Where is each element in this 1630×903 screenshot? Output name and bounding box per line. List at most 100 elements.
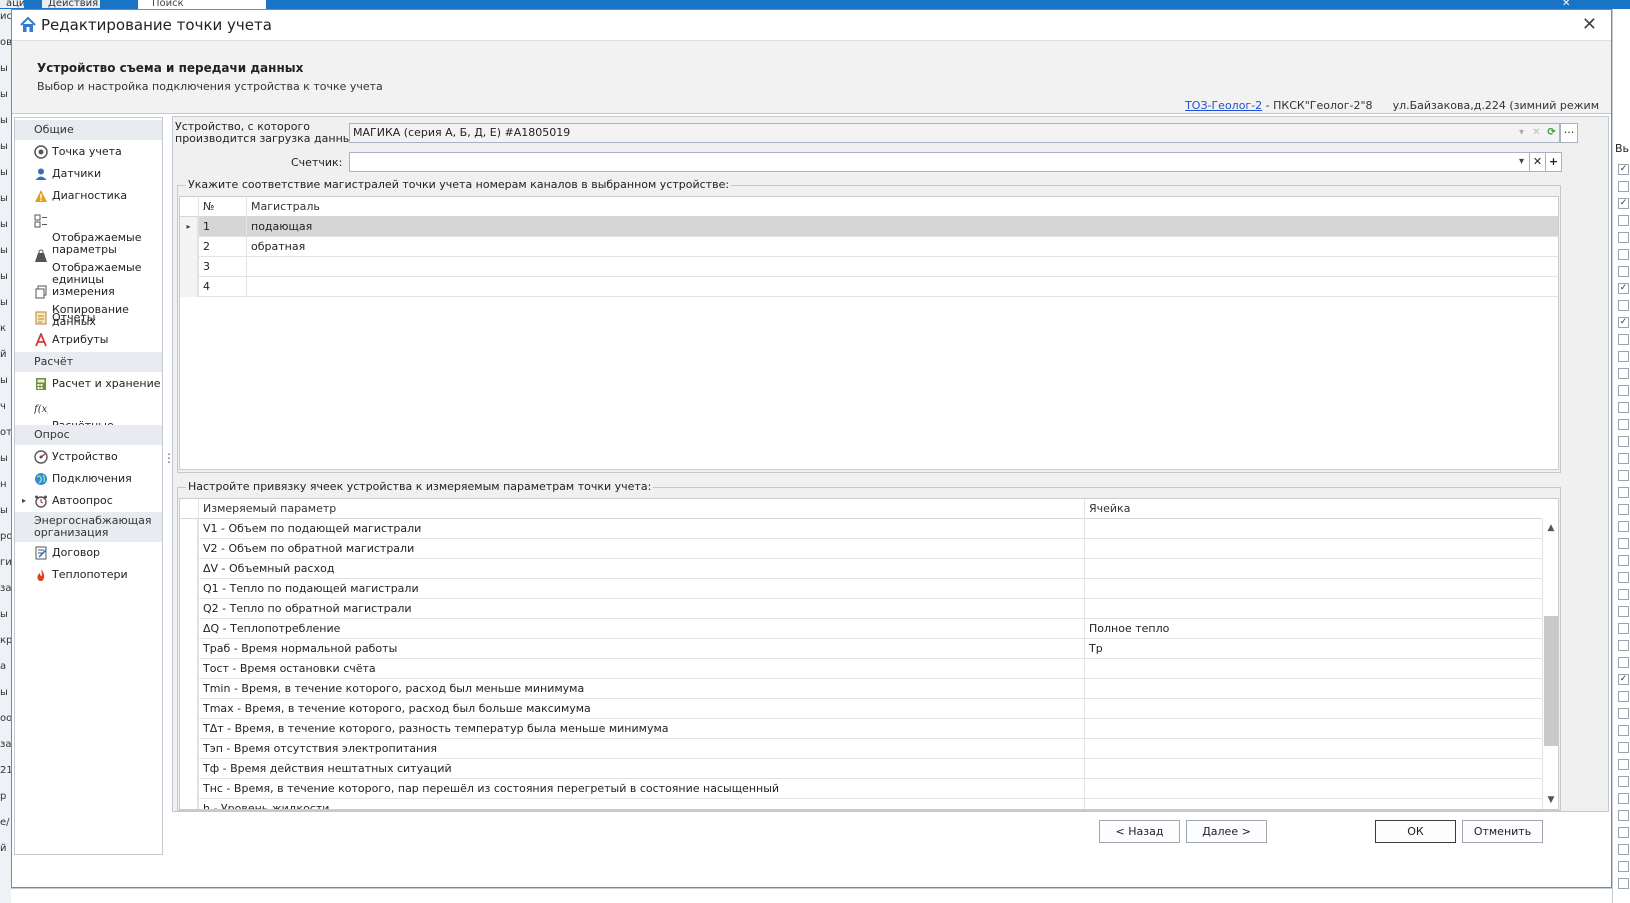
background-checkbox[interactable]: ✓ (1618, 674, 1629, 685)
column-header-cell[interactable]: Ячейка (1084, 499, 1540, 519)
line-name-cell[interactable]: подающая (246, 217, 1558, 237)
background-checkbox[interactable] (1618, 334, 1629, 345)
background-checkbox[interactable] (1618, 300, 1629, 311)
parameter-cell[interactable]: Тост - Время остановки счёта (198, 659, 1084, 679)
background-checkbox[interactable]: ✓ (1618, 283, 1629, 294)
background-checkbox[interactable] (1618, 606, 1629, 617)
sidebar-item-displayed-params[interactable]: Отображаемые параметры (15, 206, 162, 256)
background-checkbox[interactable] (1618, 402, 1629, 413)
background-checkbox[interactable] (1618, 759, 1629, 770)
line-name-cell[interactable] (246, 257, 1558, 277)
table-row[interactable]: 3 (180, 257, 1558, 277)
scroll-down-icon[interactable]: ▼ (1543, 793, 1558, 807)
background-checkbox[interactable] (1618, 640, 1629, 651)
device-cell-value[interactable] (1084, 779, 1540, 799)
column-header-line[interactable]: Магистраль (246, 197, 1558, 217)
row-selector[interactable] (180, 257, 198, 277)
table-row[interactable]: Тост - Время остановки счёта (180, 659, 1542, 679)
row-selector[interactable] (180, 759, 198, 779)
background-checkbox[interactable] (1618, 215, 1629, 226)
device-cell-value[interactable] (1084, 759, 1540, 779)
scroll-up-icon[interactable]: ▲ (1543, 521, 1558, 535)
background-tab[interactable]: Действия (42, 0, 100, 8)
ok-button[interactable]: ОК (1375, 820, 1456, 843)
background-checkbox[interactable] (1618, 538, 1629, 549)
table-row[interactable]: Q1 - Тепло по подающей магистрали (180, 579, 1542, 599)
column-header-parameter[interactable]: Измеряемый параметр (198, 499, 1084, 519)
line-name-cell[interactable] (246, 277, 1558, 297)
table-row[interactable]: Q2 - Тепло по обратной магистрали (180, 599, 1542, 619)
table-row[interactable]: 4 (180, 277, 1558, 297)
row-selector[interactable] (180, 539, 198, 559)
row-selector[interactable] (180, 699, 198, 719)
background-checkbox[interactable] (1618, 385, 1629, 396)
line-name-cell[interactable]: обратная (246, 237, 1558, 257)
parameter-cell[interactable]: Q2 - Тепло по обратной магистрали (198, 599, 1084, 619)
row-selector[interactable] (180, 559, 198, 579)
sidebar-item-calc-formulas[interactable]: f(x) Расчётные формулы (15, 394, 162, 444)
parameter-cell[interactable]: ΔQ - Теплопотребление (198, 619, 1084, 639)
background-checkbox[interactable] (1618, 810, 1629, 821)
device-cell-value[interactable] (1084, 739, 1540, 759)
device-cell-value[interactable] (1084, 699, 1540, 719)
background-checkbox[interactable] (1618, 266, 1629, 277)
table-row[interactable]: Tmax - Время, в течение которого, расход… (180, 699, 1542, 719)
parameter-cell[interactable]: Q1 - Тепло по подающей магистрали (198, 579, 1084, 599)
background-checkbox[interactable] (1618, 436, 1629, 447)
row-selector[interactable] (180, 599, 198, 619)
background-checkbox[interactable] (1618, 827, 1629, 838)
table-row[interactable]: Тнс - Время, в течение которого, пар пер… (180, 779, 1542, 799)
device-cell-value[interactable] (1084, 679, 1540, 699)
background-checkbox[interactable] (1618, 793, 1629, 804)
sidebar-splitter[interactable]: ⋮ (163, 452, 175, 477)
parameter-cell[interactable]: ΔV - Объемный расход (198, 559, 1084, 579)
background-checkbox[interactable]: ✓ (1618, 164, 1629, 175)
metering-point-link[interactable]: ТОЗ-Геолог-2 (1185, 99, 1262, 112)
channel-number-cell[interactable]: 4 (198, 277, 246, 297)
device-cell-value[interactable] (1084, 659, 1540, 679)
table-row[interactable]: ТΔт - Время, в течение которого, разност… (180, 719, 1542, 739)
background-checkbox[interactable] (1618, 776, 1629, 787)
device-cell-value[interactable] (1084, 559, 1540, 579)
background-checkbox[interactable] (1618, 453, 1629, 464)
background-checkbox[interactable] (1618, 232, 1629, 243)
background-checkbox[interactable] (1618, 708, 1629, 719)
clear-icon[interactable]: ✕ (1529, 124, 1544, 142)
table-row[interactable]: Тэп - Время отсутствия электропитания (180, 739, 1542, 759)
background-checkbox[interactable] (1618, 521, 1629, 532)
parameter-cell[interactable]: Tmin - Время, в течение которого, расход… (198, 679, 1084, 699)
table-row[interactable]: V2 - Объем по обратной магистрали (180, 539, 1542, 559)
table-row[interactable]: Tmin - Время, в течение которого, расход… (180, 679, 1542, 699)
row-selector[interactable] (180, 579, 198, 599)
sidebar-item-contract[interactable]: Договор (15, 543, 162, 563)
device-cell-value[interactable] (1084, 719, 1540, 739)
device-cell-value[interactable]: Полное тепло (1084, 619, 1540, 639)
table-row[interactable]: ΔQ - Теплопотребление Полное тепло (180, 619, 1542, 639)
cells-scrollbar[interactable]: ▲ ▼ (1542, 519, 1558, 809)
sidebar-item-sensors[interactable]: Датчики (15, 164, 162, 184)
channel-number-cell[interactable]: 1 (198, 217, 246, 237)
row-selector[interactable] (180, 277, 198, 297)
sidebar-item-autopoll[interactable]: ▸ Автоопрос (15, 491, 162, 511)
row-selector[interactable] (180, 519, 198, 539)
background-checkbox[interactable] (1618, 657, 1629, 668)
next-button[interactable]: Далее > (1186, 820, 1267, 843)
background-checkbox[interactable] (1618, 487, 1629, 498)
parameter-cell[interactable]: V2 - Объем по обратной магистрали (198, 539, 1084, 559)
channel-number-cell[interactable]: 2 (198, 237, 246, 257)
background-checkbox[interactable] (1618, 368, 1629, 379)
table-row[interactable]: V1 - Объем по подающей магистрали (180, 519, 1542, 539)
device-cell-value[interactable] (1084, 579, 1540, 599)
sidebar-item-device[interactable]: Устройство (15, 447, 162, 467)
row-selector[interactable] (180, 659, 198, 679)
sidebar-item-metering-point[interactable]: Точка учета (15, 142, 162, 162)
background-checkbox[interactable]: ✓ (1618, 317, 1629, 328)
background-checkbox[interactable] (1618, 181, 1629, 192)
close-icon[interactable]: ✕ (1582, 15, 1597, 35)
row-selector[interactable] (180, 779, 198, 799)
channel-number-cell[interactable]: 3 (198, 257, 246, 277)
device-more-button[interactable]: ··· (1560, 123, 1578, 143)
background-checkbox[interactable] (1618, 589, 1629, 600)
parameter-cell[interactable]: V1 - Объем по подающей магистрали (198, 519, 1084, 539)
device-cell-value[interactable] (1084, 799, 1540, 809)
